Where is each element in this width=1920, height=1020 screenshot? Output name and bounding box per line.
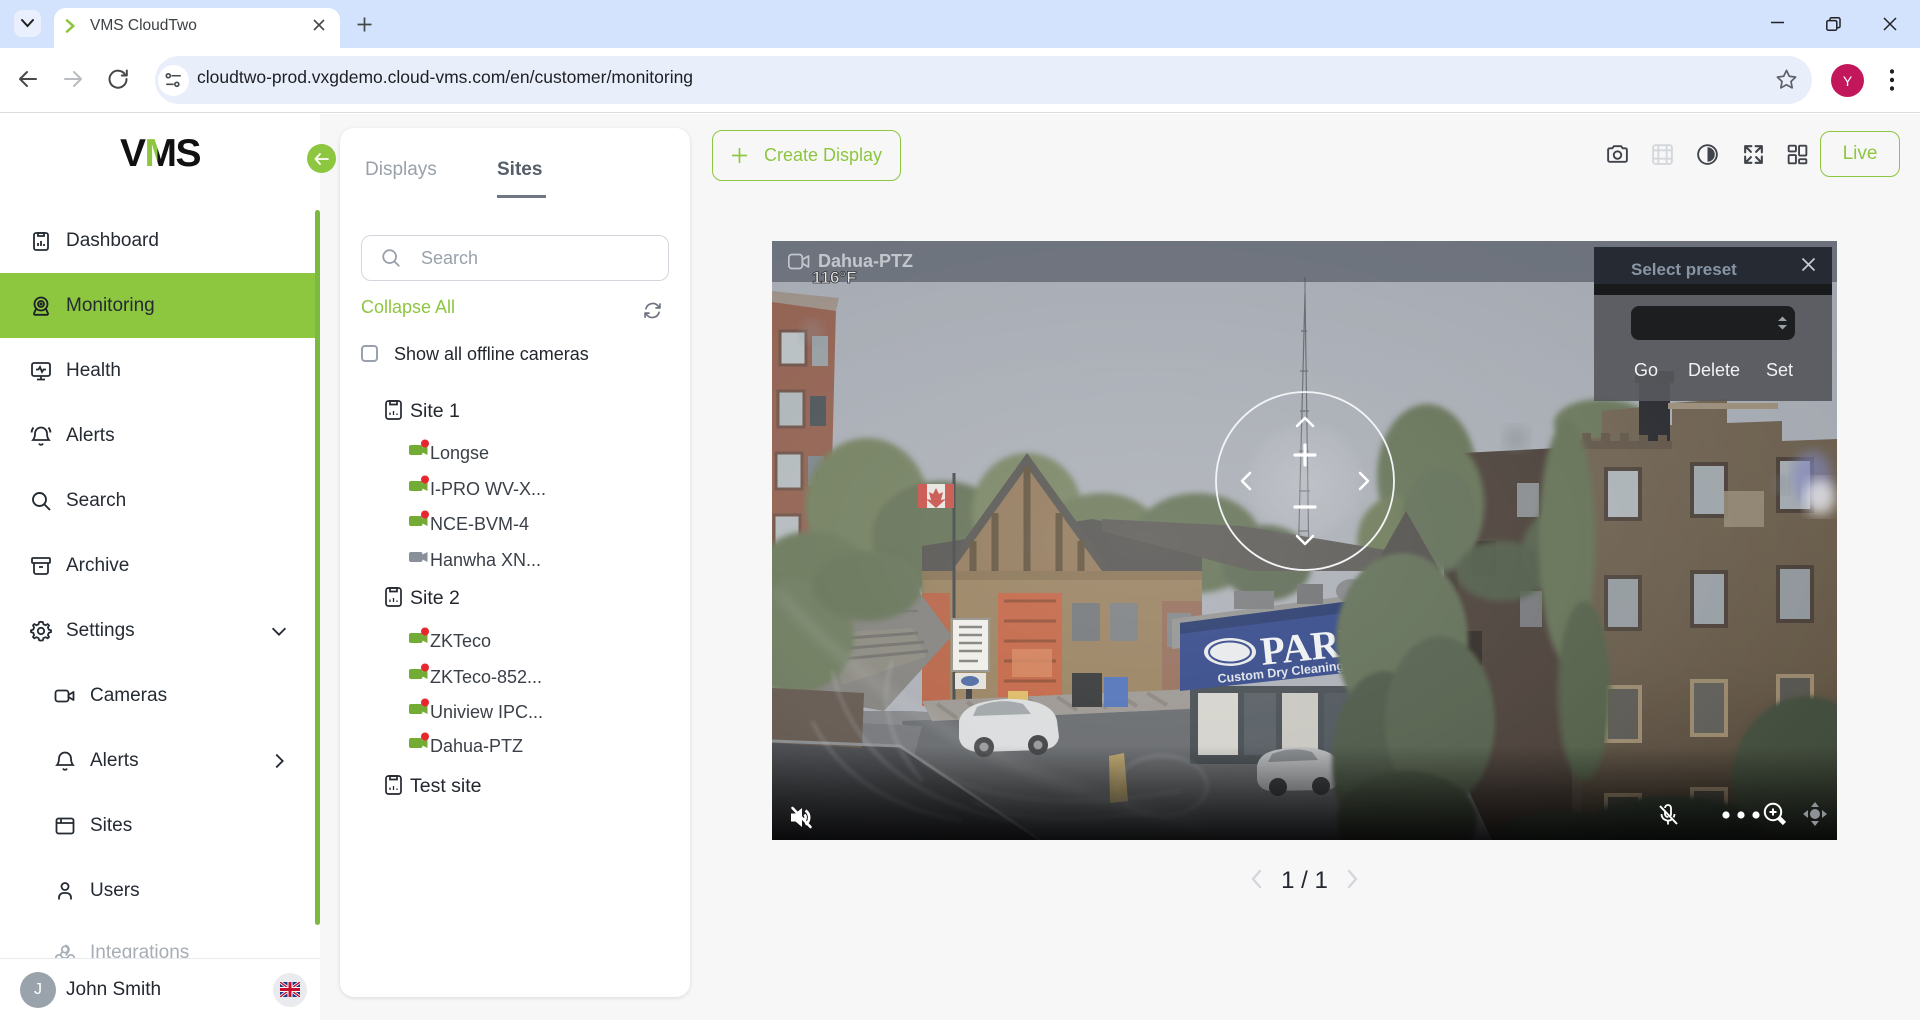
- svg-text:Test site: Test site: [410, 775, 482, 797]
- svg-text:ZKTeco: ZKTeco: [430, 631, 491, 651]
- svg-text:ZKTeco-852...: ZKTeco-852...: [430, 667, 542, 687]
- svg-text:Site 1: Site 1: [410, 400, 460, 422]
- svg-text:Hanwha XN...: Hanwha XN...: [430, 550, 541, 570]
- svg-text:Uniview IPC...: Uniview IPC...: [430, 702, 543, 722]
- svg-text:Longse: Longse: [430, 443, 489, 463]
- svg-text:Site 2: Site 2: [410, 587, 460, 609]
- svg-text:Dahua-PTZ: Dahua-PTZ: [430, 736, 523, 756]
- svg-text:NCE-BVM-4: NCE-BVM-4: [430, 514, 529, 534]
- svg-text:I-PRO WV-X...: I-PRO WV-X...: [430, 479, 546, 499]
